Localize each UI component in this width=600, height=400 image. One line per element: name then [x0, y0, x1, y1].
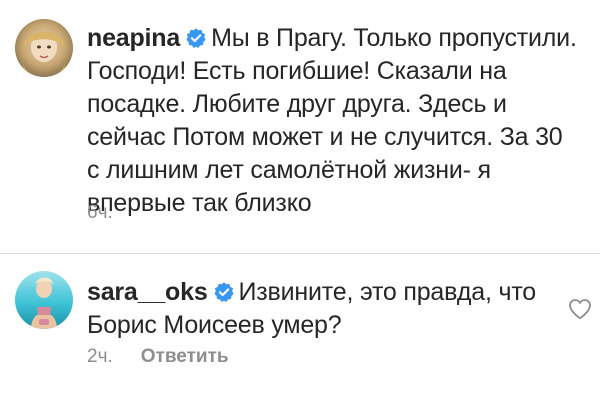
comment-text-block: sara__oks Извините, это правда, что Бори…	[87, 276, 580, 342]
heart-outline-icon	[569, 299, 591, 320]
comment-timestamp: 6ч.	[87, 202, 113, 223]
username[interactable]: neapina	[87, 24, 180, 52]
avatar[interactable]	[15, 19, 73, 77]
verified-badge-icon	[213, 282, 234, 302]
comment-sara-oks: sara__oks Извините, это правда, что Бори…	[0, 258, 600, 400]
comment-timestamp: 2ч.	[87, 346, 113, 367]
comment-meta: 2ч. Ответить	[87, 346, 229, 368]
username[interactable]: sara__oks	[87, 278, 208, 306]
comment-text-block: neapina Мы в Прагу. Только пропустили. Г…	[87, 22, 580, 220]
divider	[0, 253, 600, 254]
verified-badge-icon	[186, 28, 206, 48]
comment-neapina: neapina Мы в Прагу. Только пропустили. Г…	[0, 0, 600, 250]
comment-meta: 6ч.	[87, 202, 113, 224]
avatar[interactable]	[15, 271, 73, 329]
avatar-image	[15, 19, 73, 77]
avatar-image	[15, 271, 73, 329]
like-button[interactable]	[568, 298, 592, 320]
reply-button[interactable]: Ответить	[141, 346, 229, 367]
comment-body: Мы в Прагу. Только пропустили. Господи! …	[87, 24, 577, 217]
